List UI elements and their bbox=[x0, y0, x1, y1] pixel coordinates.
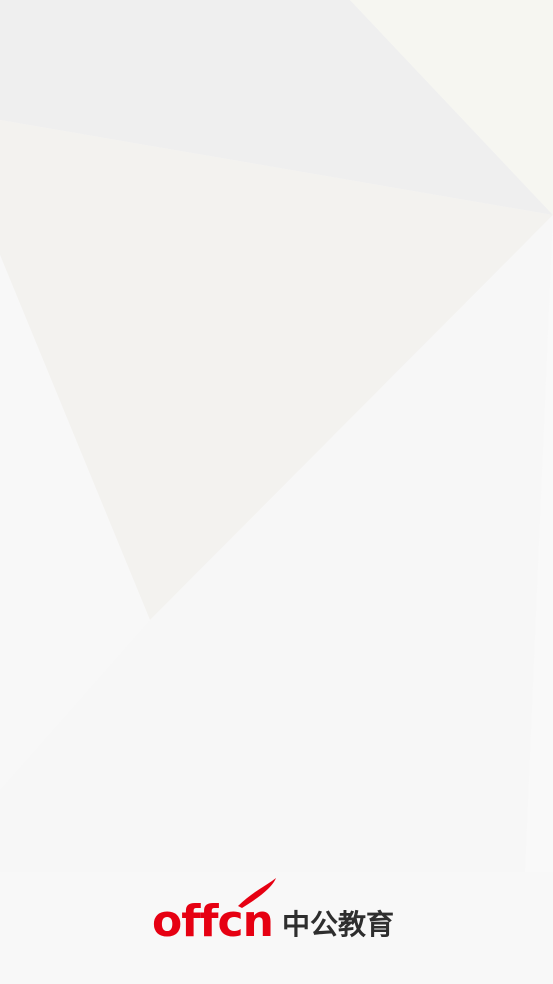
background-geometric-pattern bbox=[0, 0, 553, 984]
splash-screen: offcn 中公教育 bbox=[0, 0, 553, 984]
logo-latin-text: offcn bbox=[152, 896, 273, 946]
offcn-logo: offcn 中公教育 bbox=[152, 878, 394, 946]
logo-chinese-text: 中公教育 bbox=[282, 908, 394, 941]
